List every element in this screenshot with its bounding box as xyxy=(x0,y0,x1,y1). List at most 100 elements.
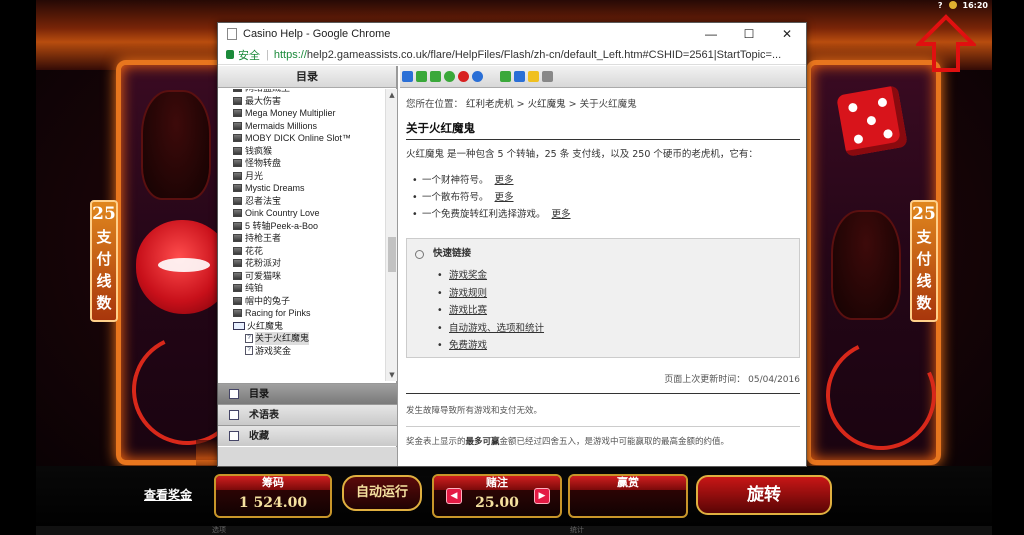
quick-link[interactable]: 自动游戏、选项和统计 xyxy=(449,323,544,334)
back-arrow-icon[interactable] xyxy=(416,71,427,82)
feature-text: 一个免费旋转红利选择游戏。 xyxy=(422,209,546,220)
toc-item-label: Mermaids Millions xyxy=(245,120,318,131)
stats-label[interactable]: 统计 xyxy=(570,525,584,535)
tab-contents[interactable]: 目录 xyxy=(218,383,397,404)
more-link[interactable]: 更多 xyxy=(495,192,514,203)
refresh-icon[interactable] xyxy=(444,71,455,82)
view-payouts-link[interactable]: 查看奖金 xyxy=(144,486,192,503)
book-icon xyxy=(233,271,242,280)
clock: 16:20 xyxy=(962,0,988,10)
toc-item[interactable]: ? 游戏奖金 xyxy=(218,345,385,358)
print-icon[interactable] xyxy=(514,71,525,82)
more-link[interactable]: 更多 xyxy=(495,175,514,186)
toc-item[interactable]: Oink Country Love xyxy=(218,207,385,220)
address-bar[interactable]: 安全 | https:// help2.gameassists.co.uk/fl… xyxy=(218,45,806,65)
star-icon[interactable] xyxy=(528,71,539,82)
tab-glossary[interactable]: 术语表 xyxy=(218,404,397,425)
toc-item[interactable]: MOBY DICK Online Slot™ xyxy=(218,132,385,145)
expand-icon[interactable] xyxy=(500,71,511,82)
settings-icon[interactable] xyxy=(542,71,553,82)
feature-list: 一个财神符号。更多 一个散布符号。更多 一个免费旋转红利选择游戏。更多 xyxy=(406,172,800,223)
sync-toc-icon[interactable] xyxy=(402,71,413,82)
toc-list: 网络盗贼王最大伤害Mega Money MultiplierMermaids M… xyxy=(218,89,385,381)
scroll-thumb[interactable] xyxy=(388,237,396,272)
toc-item-label: Mystic Dreams xyxy=(245,183,305,193)
toc-item[interactable]: 花粉派对 xyxy=(218,257,385,270)
bet-increase-button[interactable]: ▶ xyxy=(534,488,550,504)
paylines-char: 支 xyxy=(96,228,112,246)
toc-item-label: Oink Country Love xyxy=(245,208,320,218)
quick-links-heading: 快速链接 xyxy=(433,248,472,259)
minimize-button[interactable]: — xyxy=(692,23,730,45)
secure-label: 安全 xyxy=(238,49,260,62)
forward-arrow-icon[interactable] xyxy=(430,71,441,82)
toc-item-label: MOBY DICK Online Slot™ xyxy=(245,133,351,143)
link-icon xyxy=(415,249,424,259)
toc-item[interactable]: Racing for Pinks xyxy=(218,307,385,320)
last-updated: 页面上次更新时间： 05/04/2016 xyxy=(406,372,800,394)
toc-item[interactable]: 可爱猫咪 xyxy=(218,270,385,283)
toc-item-label: Racing for Pinks xyxy=(245,308,311,318)
quick-link[interactable]: 游戏奖金 xyxy=(449,270,487,281)
toc-item[interactable]: Mega Money Multiplier xyxy=(218,107,385,120)
home-icon[interactable] xyxy=(472,71,483,82)
paylines-badge-right: 25 支 付 线 数 xyxy=(910,200,938,322)
book-icon xyxy=(229,389,239,399)
tab-favorites[interactable]: 收藏 xyxy=(218,425,397,446)
toc-item[interactable]: ? 关于火红魔鬼 xyxy=(218,332,385,345)
help-icon[interactable]: ? xyxy=(938,1,943,10)
book-icon xyxy=(233,234,242,243)
right-black-border xyxy=(992,0,1024,535)
close-button[interactable]: ✕ xyxy=(768,23,806,45)
toc-item-label: 火红魔鬼 xyxy=(247,320,284,331)
help-content: 您所在位置： 红利老虎机 > 火红魔鬼 > 关于火红魔鬼 关于火红魔鬼 火红魔鬼… xyxy=(400,88,806,447)
coins-display: 筹码 1 524.00 xyxy=(214,474,332,518)
toc-item[interactable]: 纯铂 xyxy=(218,282,385,295)
toc-item[interactable]: 持枪王者 xyxy=(218,232,385,245)
toc-item[interactable]: 最大伤害 xyxy=(218,95,385,108)
help-topic-icon: ? xyxy=(245,333,253,343)
book-icon xyxy=(233,309,242,318)
toc-item[interactable]: 花花 xyxy=(218,245,385,258)
scroll-up-icon[interactable]: ▲ xyxy=(386,89,398,101)
feature-text: 一个财神符号。 xyxy=(422,175,489,186)
toc-item[interactable]: 月光 xyxy=(218,170,385,183)
toc-item[interactable]: 5 转轴Peek-a-Boo xyxy=(218,220,385,233)
autoplay-button[interactable]: 自动运行 xyxy=(342,475,422,511)
options-label[interactable]: 选项 xyxy=(212,525,226,535)
toc-item[interactable]: 怪物转盘 xyxy=(218,157,385,170)
quick-link[interactable]: 游戏比赛 xyxy=(449,305,487,316)
toc-item[interactable]: 忍者法宝 xyxy=(218,195,385,208)
quick-link[interactable]: 游戏规则 xyxy=(449,288,487,299)
paylines-badge-left: 25 支 付 线 数 xyxy=(90,200,118,322)
toc-item-label: 最大伤害 xyxy=(245,95,282,106)
bet-decrease-button[interactable]: ◀ xyxy=(446,488,462,504)
list-item: 游戏规则 xyxy=(415,285,791,303)
quick-link[interactable]: 免费游戏 xyxy=(449,340,487,351)
more-link[interactable]: 更多 xyxy=(552,209,571,220)
breadcrumb-current: 关于火红魔鬼 xyxy=(579,99,637,110)
breadcrumb-link[interactable]: 火红魔鬼 xyxy=(528,99,566,110)
toc-item[interactable]: 火红魔鬼 xyxy=(218,320,385,333)
list-item: 自动游戏、选项和统计 xyxy=(415,320,791,338)
browser-window: Casino Help - Google Chrome — ☐ ✕ 安全 | h… xyxy=(217,22,807,467)
spin-button[interactable]: 旋转 xyxy=(696,475,832,515)
toc-item[interactable]: Mystic Dreams xyxy=(218,182,385,195)
url-text: help2.gameassists.co.uk/flare/HelpFiles/… xyxy=(306,48,782,61)
breadcrumb-link[interactable]: 红利老虎机 xyxy=(466,99,514,110)
system-tray: ? 16:20 xyxy=(938,0,988,10)
toc-item-label: 关于火红魔鬼 xyxy=(255,332,310,345)
toc-item[interactable]: 帽中的兔子 xyxy=(218,295,385,308)
stop-icon[interactable] xyxy=(458,71,469,82)
paylines-number: 25 xyxy=(912,204,936,224)
toc-scrollbar[interactable]: ▲ ▼ xyxy=(385,89,397,381)
help-toolbar xyxy=(400,66,806,88)
list-item: 游戏奖金 xyxy=(415,267,791,285)
coins-label: 筹码 xyxy=(216,476,330,490)
book-icon xyxy=(233,96,242,105)
toc-item[interactable]: 钱疯猴 xyxy=(218,145,385,158)
maximize-button[interactable]: ☐ xyxy=(730,23,768,45)
scroll-down-icon[interactable]: ▼ xyxy=(386,369,398,381)
toc-item-label: 花花 xyxy=(245,245,264,256)
toc-item[interactable]: Mermaids Millions xyxy=(218,120,385,133)
